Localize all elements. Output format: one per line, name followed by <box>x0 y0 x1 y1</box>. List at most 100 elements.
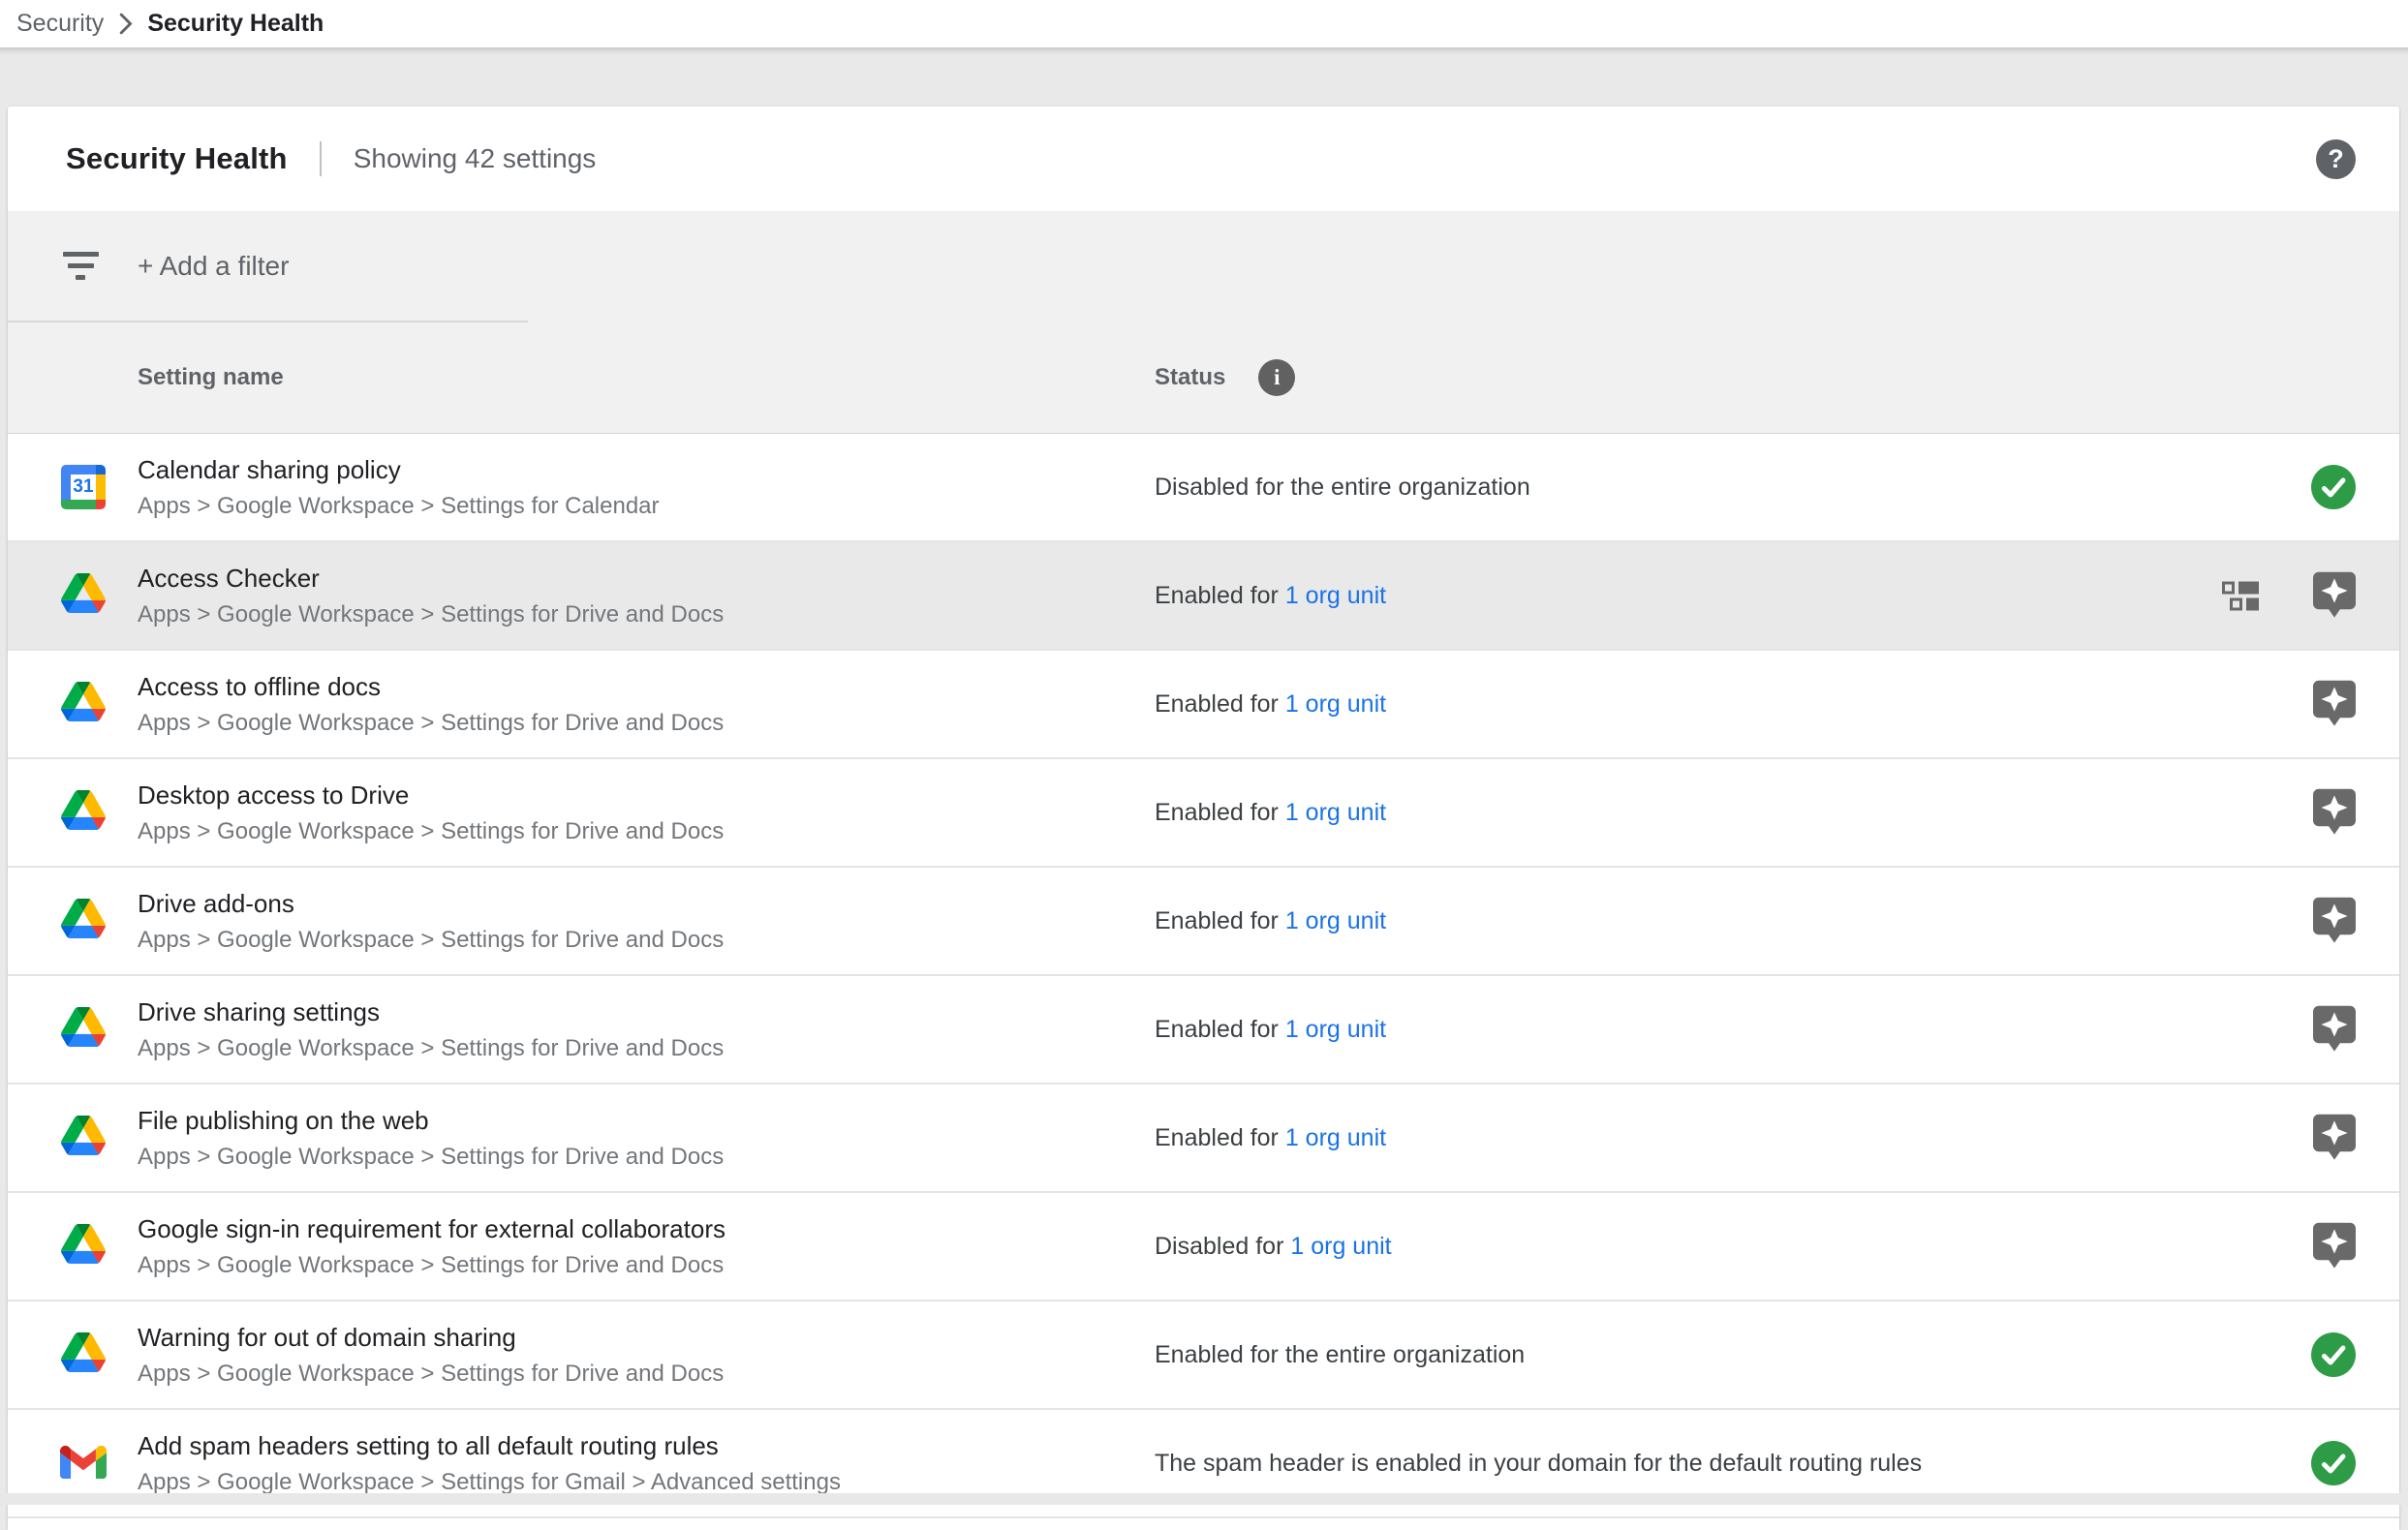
row-indicators <box>2311 1441 2356 1485</box>
row-indicators <box>2222 571 2356 621</box>
security-health-card: Security Health Showing 42 settings ? + … <box>8 107 2399 1530</box>
setting-name-cell: File publishing on the web Apps > Google… <box>138 1104 1155 1172</box>
breadcrumb-security-link[interactable]: Security <box>16 10 104 38</box>
status-cell: Disabled for the entire organization <box>1155 474 2311 502</box>
table-row[interactable]: 31 Calendar sharing policy Apps > Google… <box>8 434 2399 542</box>
app-icon-box <box>60 1444 107 1484</box>
setting-title: Calendar sharing policy <box>138 453 1155 486</box>
setting-path: Apps > Google Workspace > Settings for D… <box>138 708 1155 738</box>
app-icon-box <box>60 899 107 943</box>
info-icon[interactable]: i <box>1258 359 1295 396</box>
setting-title: Warning for out of domain sharing <box>138 1321 1155 1354</box>
drive-icon <box>61 1224 106 1269</box>
chevron-right-icon <box>118 13 133 35</box>
status-cell: Enabled for 1 org unit <box>1155 1016 2311 1044</box>
status-text: Enabled for <box>1155 907 1285 934</box>
app-icon-box <box>60 1224 107 1269</box>
row-indicators <box>2311 465 2356 509</box>
drive-icon <box>61 1116 106 1160</box>
app-icon-box <box>60 682 107 726</box>
setting-title: Drive add-ons <box>138 887 1155 920</box>
row-indicators <box>2311 1114 2356 1163</box>
app-icon-box: 31 <box>60 465 107 509</box>
add-filter-button[interactable]: + Add a filter <box>138 251 289 282</box>
setting-name-cell: Drive sharing settings Apps > Google Wor… <box>138 995 1155 1063</box>
drive-icon <box>61 1007 106 1052</box>
table-row[interactable]: Warning for out of domain sharing Apps >… <box>8 1301 2399 1410</box>
status-text: Enabled for <box>1155 1016 1285 1043</box>
help-icon[interactable]: ? <box>2316 139 2356 179</box>
org-units-icon <box>2222 581 2259 611</box>
drive-icon <box>61 1332 106 1377</box>
info-glyph: i <box>1274 365 1280 390</box>
breadcrumb: Security Security Health <box>0 0 2408 47</box>
setting-path: Apps > Google Workspace > Settings for D… <box>138 599 1155 629</box>
table-header: Setting name Status i <box>8 322 2399 433</box>
status-cell: Disabled for 1 org unit <box>1155 1233 2311 1261</box>
app-icon-box <box>60 1007 107 1052</box>
status-cell: The spam header is enabled in your domai… <box>1155 1450 2311 1478</box>
row-indicators <box>2311 788 2356 838</box>
setting-title: Access Checker <box>138 562 1155 595</box>
drive-icon <box>61 682 106 726</box>
setting-name-cell: Warning for out of domain sharing Apps >… <box>138 1321 1155 1389</box>
table-row[interactable]: Google sign-in requirement for external … <box>8 1193 2399 1301</box>
column-header-setting-name: Setting name <box>138 364 284 391</box>
drive-icon <box>61 790 106 835</box>
setting-name-cell: Google sign-in requirement for external … <box>138 1212 1155 1280</box>
table-row[interactable]: Access to offline docs Apps > Google Wor… <box>8 651 2399 759</box>
org-unit-link[interactable]: 1 org unit <box>1290 1233 1391 1260</box>
recommendation-flag-icon[interactable] <box>2313 571 2356 621</box>
row-indicators <box>2311 680 2356 729</box>
org-unit-link[interactable]: 1 org unit <box>1285 799 1386 826</box>
org-unit-link[interactable]: 1 org unit <box>1285 1016 1386 1043</box>
setting-path: Apps > Google Workspace > Settings for D… <box>138 816 1155 846</box>
setting-path: Apps > Google Workspace > Settings for D… <box>138 925 1155 955</box>
setting-title: Access to offline docs <box>138 670 1155 703</box>
recommendation-flag-icon[interactable] <box>2313 788 2356 838</box>
recommendation-flag-icon[interactable] <box>2313 680 2356 729</box>
table-row[interactable]: Access Checker Apps > Google Workspace >… <box>8 542 2399 651</box>
status-cell: Enabled for 1 org unit <box>1155 690 2311 719</box>
filter-bar: + Add a filter <box>8 211 2399 321</box>
status-text: Enabled for the entire organization <box>1155 1341 1525 1368</box>
app-icon-box <box>60 1116 107 1160</box>
status-cell: Enabled for 1 org unit <box>1155 799 2311 827</box>
org-unit-link[interactable]: 1 org unit <box>1285 907 1386 934</box>
recommendation-flag-icon[interactable] <box>2313 897 2356 946</box>
status-cell: Enabled for 1 org unit <box>1155 1124 2311 1152</box>
recommendation-flag-icon[interactable] <box>2313 1005 2356 1055</box>
setting-name-cell: Calendar sharing policy Apps > Google Wo… <box>138 453 1155 521</box>
row-indicators <box>2311 1005 2356 1055</box>
row-indicators <box>2311 1332 2356 1377</box>
status-cell: Enabled for the entire organization <box>1155 1341 2311 1369</box>
setting-path: Apps > Google Workspace > Settings for D… <box>138 1033 1155 1063</box>
org-unit-link[interactable]: 1 org unit <box>1285 690 1386 718</box>
table-row[interactable]: Drive sharing settings Apps > Google Wor… <box>8 976 2399 1085</box>
app-icon-box <box>60 1332 107 1377</box>
table-row[interactable]: Desktop access to Drive Apps > Google Wo… <box>8 759 2399 868</box>
table-row[interactable]: File publishing on the web Apps > Google… <box>8 1085 2399 1193</box>
status-text: Enabled for <box>1155 1124 1285 1151</box>
breadcrumb-current-page: Security Health <box>147 10 324 38</box>
status-text: Enabled for <box>1155 799 1285 826</box>
filter-icon <box>61 252 100 280</box>
table-row[interactable]: Drive add-ons Apps > Google Workspace > … <box>8 868 2399 976</box>
card-header: Security Health Showing 42 settings ? <box>8 107 2399 211</box>
setting-path: Apps > Google Workspace > Settings for D… <box>138 1142 1155 1172</box>
setting-title: File publishing on the web <box>138 1104 1155 1137</box>
org-unit-link[interactable]: 1 org unit <box>1285 582 1386 609</box>
org-unit-link[interactable]: 1 org unit <box>1285 1124 1386 1151</box>
setting-title: Desktop access to Drive <box>138 779 1155 811</box>
status-text: The spam header is enabled in your domai… <box>1155 1450 1922 1477</box>
recommendation-flag-icon[interactable] <box>2313 1222 2356 1271</box>
recommendation-flag-icon[interactable] <box>2313 1114 2356 1163</box>
setting-path: Apps > Google Workspace > Settings for C… <box>138 491 1155 521</box>
app-icon-box <box>60 573 107 618</box>
column-header-status: Status <box>1155 364 1225 391</box>
status-cell: Enabled for 1 org unit <box>1155 907 2311 935</box>
row-indicators <box>2311 1222 2356 1271</box>
settings-list: 31 Calendar sharing policy Apps > Google… <box>8 434 2399 1518</box>
bottom-cutoff-strip <box>0 1493 2408 1505</box>
setting-name-cell: Desktop access to Drive Apps > Google Wo… <box>138 779 1155 846</box>
